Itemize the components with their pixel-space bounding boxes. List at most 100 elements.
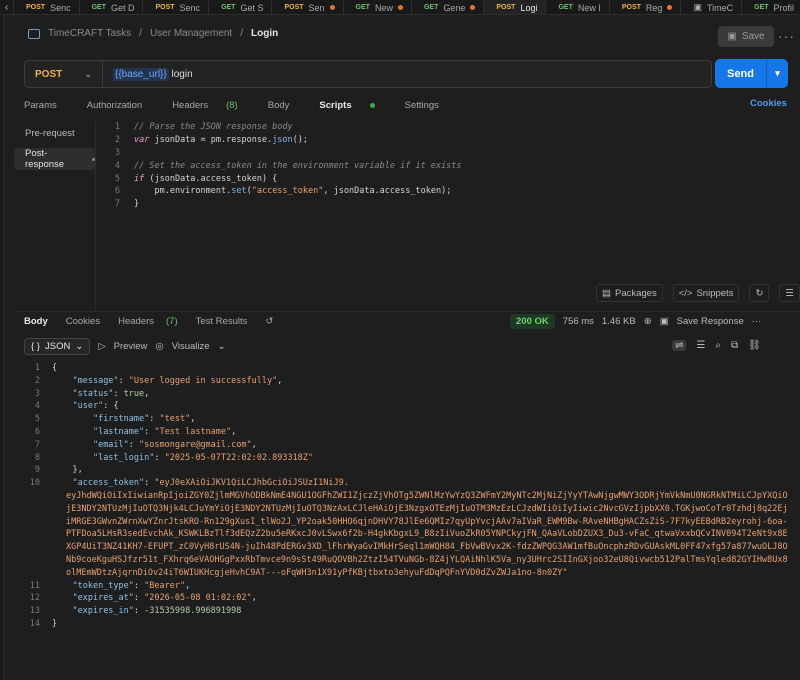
request-tab[interactable]: GET Get D [80,0,144,14]
cookies-link[interactable]: Cookies [750,98,787,109]
tab-method: POST [155,4,175,11]
script-section-pre-request[interactable]: Pre-request [14,122,95,144]
line-number: 4 [114,160,120,171]
tab-method: GET [754,4,769,11]
request-tab[interactable]: POST Senc [14,0,80,14]
breadcrumb-separator: / [139,28,142,39]
request-tabs: Params Authorization Headers (8) Body Scripts… [24,98,788,112]
tab-response-body[interactable]: Body [24,316,57,327]
globe-icon[interactable]: ⊕ [644,316,652,327]
tab-method: POST [26,4,46,11]
code-line: 1 // Parse the JSON response body [100,121,790,134]
section-label: Post-response [25,148,65,170]
tab-method: GET [91,4,106,11]
search-icon[interactable]: ⌕ [715,340,721,351]
tab-response-headers[interactable]: Headers (7) [118,316,187,327]
tab-count: (8) [226,99,238,111]
save-response-button[interactable]: Save Response [677,316,744,327]
unsaved-dot-icon [667,5,673,10]
tab-label: Params [24,99,57,111]
json-line: 3 "status": true, [34,388,150,399]
send-label: Send [727,67,754,80]
save-button[interactable]: ▣ Save [718,26,774,47]
request-tab[interactable]: GET New I [546,0,610,14]
settings-button[interactable]: ☰ [779,284,800,302]
history-icon[interactable]: ↺ [265,316,273,327]
tab-label: Reg [645,2,663,13]
request-tab[interactable]: POST Sen [272,0,344,14]
more-options-icon[interactable]: ··· [778,26,795,47]
tab-body[interactable]: Body [268,98,305,112]
request-tab[interactable]: GET Get S [209,0,273,14]
script-section-post-response[interactable]: Post-response [14,148,95,170]
breadcrumb-request[interactable]: Login [251,28,278,39]
response-time[interactable]: 756 ms [563,316,594,327]
tab-response-cookies[interactable]: Cookies [66,316,109,327]
request-tab[interactable]: POST Reg [610,0,682,14]
tab-method: POST [496,4,516,11]
json-line: 9 }, [34,465,83,476]
tab-scripts[interactable]: Scripts [319,98,389,112]
link-icon[interactable]: ⛓ [748,340,761,351]
code-text: var jsonData = pm.response.json(); [134,135,309,146]
tab-label: New I [577,2,601,13]
json-value: "Bearer" [144,580,186,591]
collection-icon [28,28,40,39]
chevron-down-icon[interactable]: ⌄ [218,341,226,352]
request-tab[interactable]: POST Logi [484,0,547,14]
wrap-lines-icon[interactable]: ⇌ [672,340,687,351]
more-options-icon[interactable]: ··· [752,316,762,327]
visualize-icon: ◎ [155,341,164,352]
history-button[interactable]: ↻ [749,284,770,302]
filter-icon[interactable]: ☰ [696,340,705,351]
request-tab[interactable]: GET New [344,0,412,14]
script-sections: Pre-request Post-response [14,122,96,310]
tab-label: Sen [308,2,325,13]
url-input[interactable]: {{base_url}} login [103,67,193,81]
tab-label: Body [24,316,48,327]
script-editor[interactable]: 1 // Parse the JSON response body 2 var jso… [100,121,790,211]
tab-authorization[interactable]: Authorization [87,98,157,112]
send-button[interactable]: Send ▾ [715,59,788,88]
braces-icon: { } [31,341,40,352]
json-line: 14} [29,618,58,629]
json-value: "eyJ0eXAiOiJKV1QiLCJhbGciOiJSUzI1NiJ9. [154,478,349,489]
tab-label: Cookies [65,316,101,327]
url-variable: {{base_url}} [113,67,169,81]
send-dropdown-icon[interactable]: ▾ [766,59,788,88]
save-response-icon: ▣ [659,316,669,327]
code-icon: </> [678,287,693,299]
request-tab[interactable]: ▣ TimeC [681,0,743,14]
tab-params[interactable]: Params [24,98,72,112]
breadcrumb-folder[interactable]: User Management [150,28,232,39]
breadcrumb-collection[interactable]: TimeCRAFT Tasks [48,28,131,39]
tab-headers[interactable]: Headers (8) [172,98,253,112]
tab-method: GET [558,4,573,11]
format-select[interactable]: { } JSON ⌄ [24,338,91,355]
packages-button[interactable]: ▤ Packages [596,284,663,302]
tab-settings[interactable]: Settings [405,98,454,112]
response-view-tools: ⇌ ☰ ⌕ ⧉ ⛓ [672,340,761,351]
json-line: 7 "email": "sosmongare@gmail.com", [34,439,257,450]
scroll-tabs-left-icon[interactable]: ‹ [0,0,14,14]
response-size[interactable]: 1.46 KB [602,316,636,327]
json-value: "User logged in successfully" [128,375,278,386]
tab-label: Get S [240,2,264,13]
copy-icon[interactable]: ⧉ [731,340,738,351]
line-number: 5 [114,173,120,184]
code-line: 6 pm.environment.set("access_token", jso… [100,185,790,198]
visualize-button[interactable]: Visualize [172,341,210,352]
tab-label: Scripts [319,99,352,111]
snippets-button[interactable]: </> Snippets [672,284,740,302]
response-body[interactable]: 1{ 2 "message": "User logged in successf… [20,362,796,631]
line-number: 2 [114,135,120,146]
active-dot-icon [92,157,95,161]
request-tab[interactable]: GET Profil [742,0,800,14]
tab-response-test-results[interactable]: Test Results [196,316,257,327]
preview-button[interactable]: Preview [114,341,148,352]
request-tab[interactable]: GET Gene [412,0,485,14]
status-badge[interactable]: 200 OK [510,314,555,329]
request-tab[interactable]: POST Senc [143,0,210,14]
method-select[interactable]: POST ⌄ [25,61,103,87]
line-number: 6 [114,186,120,197]
